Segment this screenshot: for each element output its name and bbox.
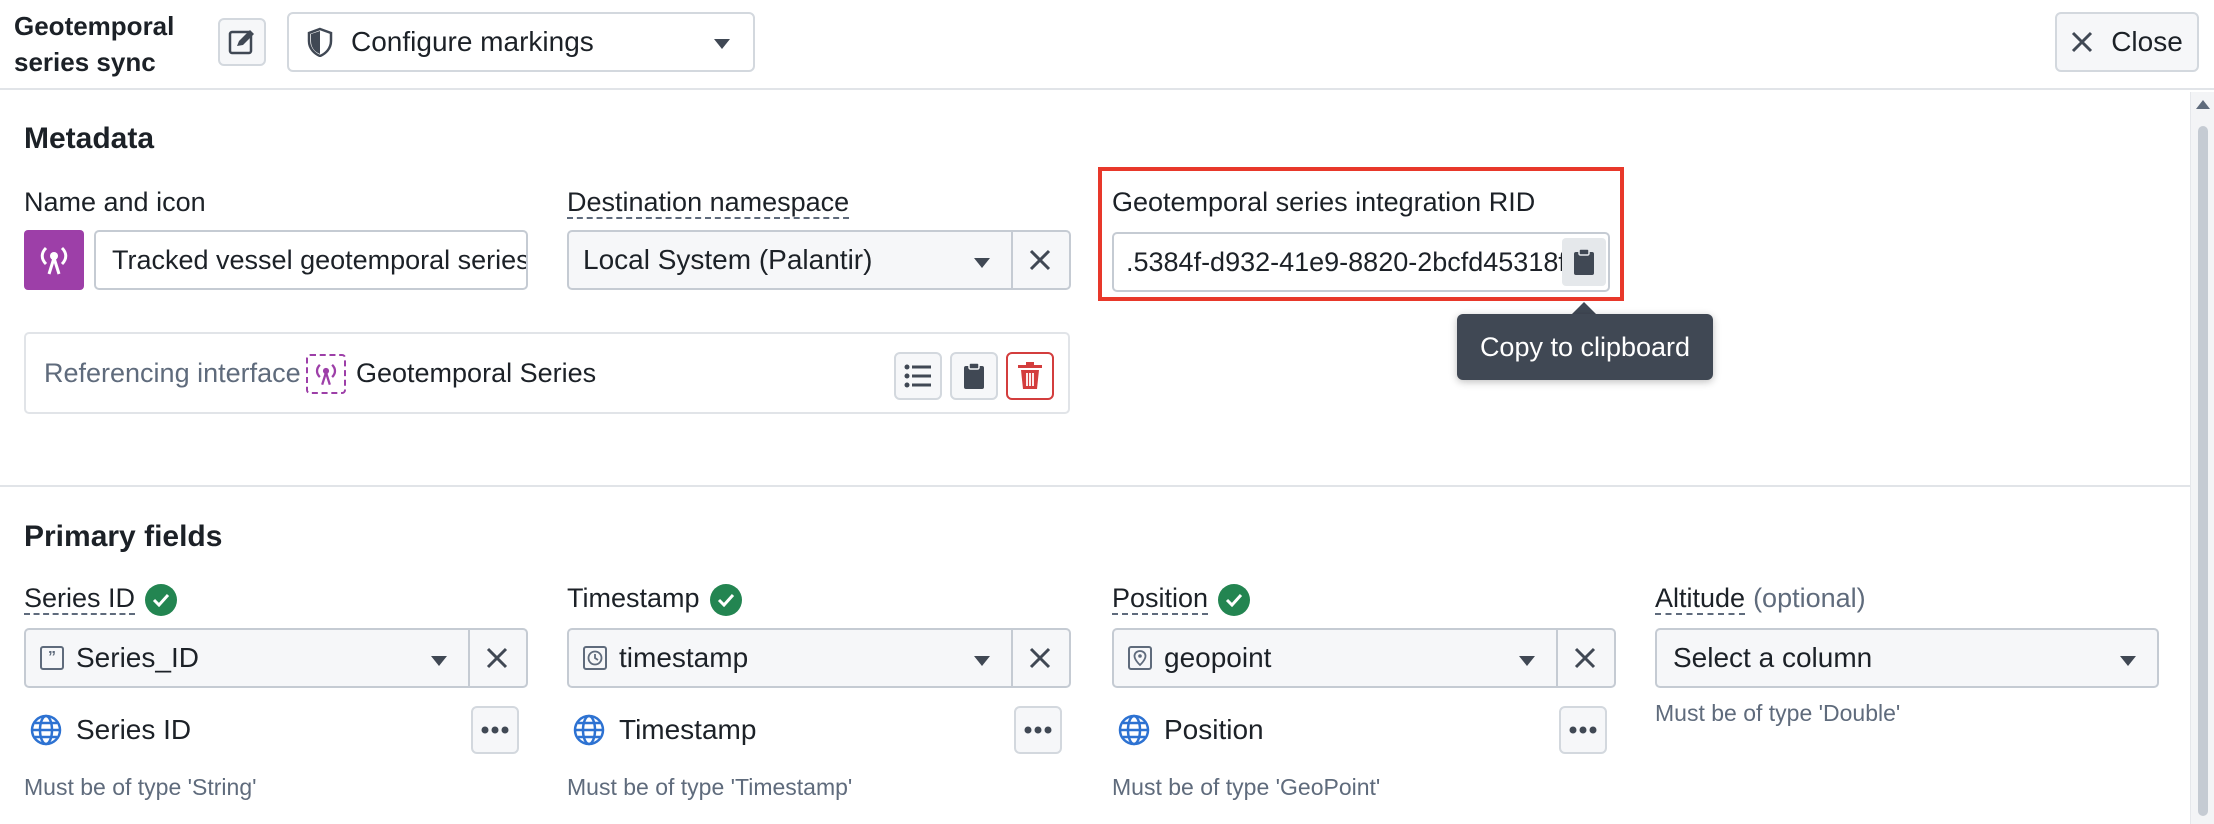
position-property: Position bbox=[1118, 705, 1264, 755]
rid-input[interactable]: .5384f-d932-41e9-8820-2bcfd45318f3 bbox=[1112, 232, 1610, 292]
globe-icon bbox=[1118, 714, 1150, 746]
clear-position-icon[interactable] bbox=[1573, 646, 1597, 670]
position-property-label: Position bbox=[1164, 714, 1264, 745]
globe-icon bbox=[30, 714, 62, 746]
more-icon bbox=[481, 726, 509, 734]
position-hint: Must be of type 'GeoPoint' bbox=[1112, 774, 1381, 800]
close-button[interactable]: Close bbox=[2055, 12, 2199, 72]
more-icon bbox=[1569, 726, 1597, 734]
altitude-select[interactable]: Select a column bbox=[1655, 628, 2159, 688]
position-field-label: Position bbox=[1112, 583, 1251, 616]
timestamp-value: timestamp bbox=[619, 642, 749, 673]
shield-icon bbox=[307, 27, 333, 57]
copy-tooltip: Copy to clipboard bbox=[1457, 314, 1713, 380]
scroll-up-icon[interactable] bbox=[2195, 98, 2211, 110]
clock-icon bbox=[583, 646, 607, 670]
altitude-field-label: Altitude (optional) bbox=[1655, 583, 1866, 615]
timestamp-hint: Must be of type 'Timestamp' bbox=[567, 774, 853, 800]
broadcast-icon bbox=[315, 364, 337, 386]
configure-markings-label: Configure markings bbox=[351, 26, 594, 57]
configure-markings-button[interactable]: Configure markings bbox=[287, 12, 755, 72]
series-id-field-label: Series ID bbox=[24, 583, 178, 616]
timestamp-property-label: Timestamp bbox=[619, 714, 757, 745]
edit-button[interactable] bbox=[218, 18, 266, 66]
section-divider bbox=[0, 485, 2190, 487]
timestamp-property: Timestamp bbox=[573, 705, 756, 755]
series-id-property-label: Series ID bbox=[76, 714, 192, 745]
caret-down-icon bbox=[1519, 656, 1535, 666]
copy-interface-button[interactable] bbox=[950, 352, 998, 400]
caret-down-icon bbox=[431, 656, 447, 666]
header-bar: Geotemporal series sync Configure markin… bbox=[0, 0, 2214, 90]
delete-interface-button[interactable] bbox=[1006, 352, 1054, 400]
clear-namespace-icon[interactable] bbox=[1028, 248, 1052, 272]
list-icon bbox=[904, 364, 931, 388]
view-properties-button[interactable] bbox=[894, 352, 942, 400]
globe-icon bbox=[573, 714, 605, 746]
primary-fields-section-title: Primary fields bbox=[24, 520, 223, 553]
pin-icon bbox=[1128, 646, 1152, 670]
select-divider bbox=[1011, 232, 1013, 288]
metadata-section-title: Metadata bbox=[24, 122, 155, 155]
rid-label: Geotemporal series integration RID bbox=[1112, 187, 1536, 217]
series-id-property: Series ID bbox=[30, 705, 191, 755]
altitude-label-text: Altitude bbox=[1655, 583, 1746, 615]
destination-namespace-label-text: Destination namespace bbox=[567, 187, 850, 219]
altitude-optional-text: (optional) bbox=[1753, 583, 1866, 613]
destination-namespace-select[interactable]: Local System (Palantir) bbox=[567, 230, 1071, 290]
position-select[interactable]: geopoint bbox=[1112, 628, 1616, 688]
check-circle-icon bbox=[1218, 583, 1251, 616]
app-title-line-1: Geotemporal bbox=[14, 11, 175, 41]
broadcast-icon bbox=[40, 246, 68, 275]
name-and-icon-label: Name and icon bbox=[24, 187, 206, 217]
altitude-placeholder: Select a column bbox=[1673, 642, 1873, 673]
caret-down-icon bbox=[714, 39, 730, 49]
referencing-interface-card: Referencing interface Geotemporal Series bbox=[24, 332, 1070, 414]
position-label-text: Position bbox=[1112, 583, 1209, 615]
caret-down-icon bbox=[2120, 656, 2136, 666]
close-icon bbox=[2072, 31, 2093, 53]
more-icon bbox=[1024, 726, 1052, 734]
series-id-more-button[interactable] bbox=[471, 706, 519, 754]
altitude-hint: Must be of type 'Double' bbox=[1655, 700, 1901, 726]
trash-icon bbox=[1018, 362, 1042, 389]
timestamp-field-label: Timestamp bbox=[567, 583, 742, 616]
position-value: geopoint bbox=[1164, 642, 1272, 673]
interface-icon bbox=[306, 354, 346, 394]
close-label: Close bbox=[2111, 26, 2183, 57]
timestamp-select[interactable]: timestamp bbox=[567, 628, 1071, 688]
select-divider bbox=[1556, 630, 1558, 686]
select-divider bbox=[1011, 630, 1013, 686]
scrollbar-thumb[interactable] bbox=[2198, 126, 2208, 816]
app-title: Geotemporal series sync bbox=[14, 8, 174, 80]
series-id-hint: Must be of type 'String' bbox=[24, 774, 257, 800]
app-title-line-2: series sync bbox=[14, 47, 156, 77]
quote-icon: ” bbox=[40, 646, 64, 670]
caret-down-icon bbox=[974, 258, 990, 268]
clear-series-id-icon[interactable] bbox=[485, 646, 509, 670]
referencing-interface-label: Referencing interface bbox=[44, 358, 301, 388]
clear-timestamp-icon[interactable] bbox=[1028, 646, 1052, 670]
timestamp-more-button[interactable] bbox=[1014, 706, 1062, 754]
scrollbar[interactable] bbox=[2190, 92, 2214, 824]
check-circle-icon bbox=[709, 583, 742, 616]
clipboard-icon bbox=[964, 362, 984, 389]
series-id-label-text: Series ID bbox=[24, 583, 136, 615]
caret-down-icon bbox=[974, 656, 990, 666]
destination-namespace-label: Destination namespace bbox=[567, 187, 850, 219]
series-name-input[interactable]: Tracked vessel geotemporal series bbox=[94, 230, 528, 290]
edit-icon bbox=[228, 30, 254, 55]
copy-rid-button[interactable] bbox=[1562, 238, 1606, 286]
series-icon-picker[interactable] bbox=[24, 230, 84, 290]
select-divider bbox=[468, 630, 470, 686]
series-id-select[interactable]: ” Series_ID bbox=[24, 628, 528, 688]
referencing-interface-name: Geotemporal Series bbox=[356, 358, 597, 388]
timestamp-label-text: Timestamp bbox=[567, 583, 700, 613]
clipboard-icon bbox=[1574, 248, 1594, 275]
series-id-value: Series_ID bbox=[76, 642, 199, 673]
check-circle-icon bbox=[145, 583, 178, 616]
position-more-button[interactable] bbox=[1559, 706, 1607, 754]
destination-namespace-value: Local System (Palantir) bbox=[583, 244, 873, 275]
